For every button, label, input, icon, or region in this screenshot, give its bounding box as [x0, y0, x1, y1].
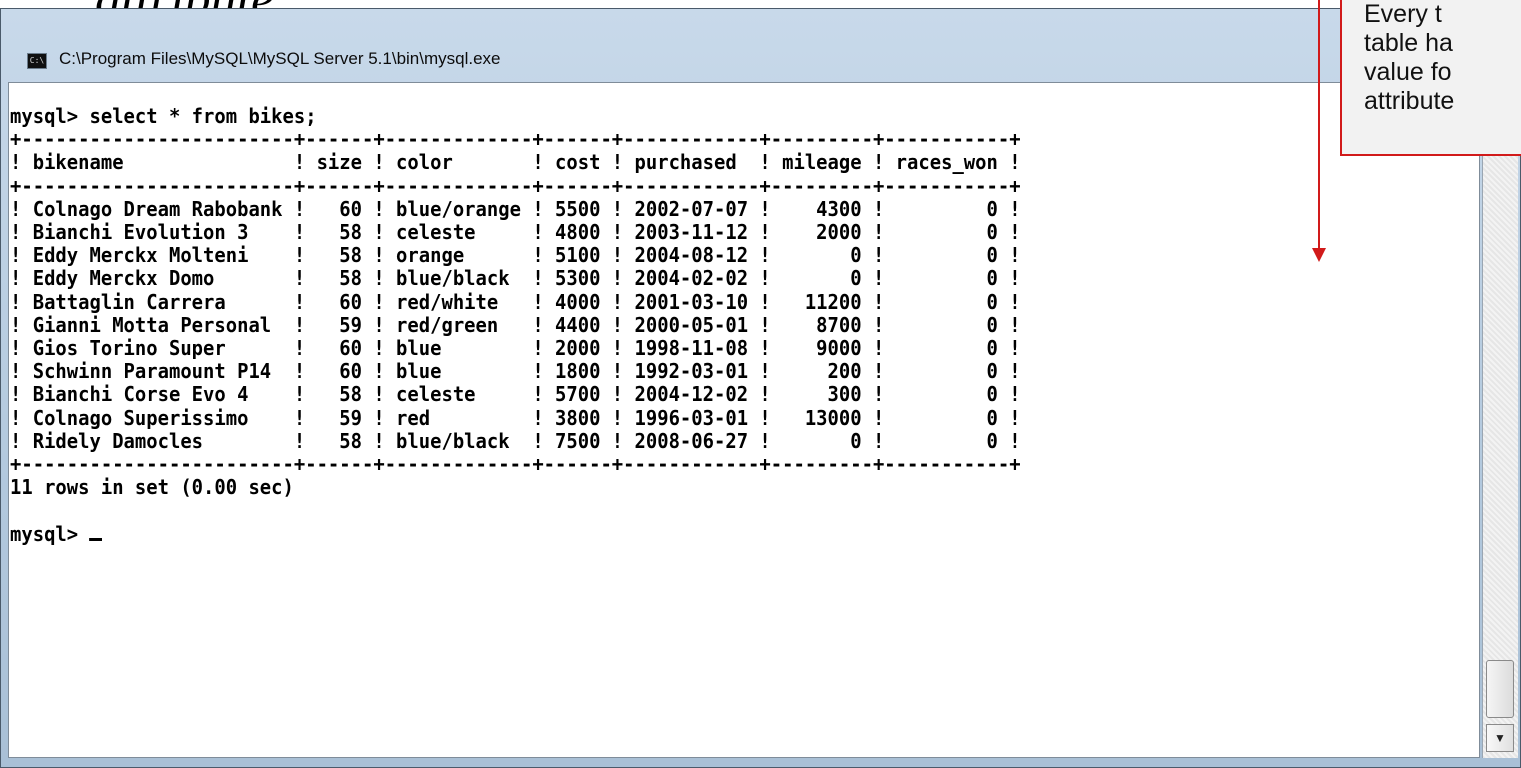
scroll-down-button[interactable]: ▼	[1486, 724, 1514, 752]
callout-line: value fo	[1364, 58, 1452, 86]
callout-arrow-head	[1312, 248, 1326, 262]
mysql-prompt: mysql>	[10, 521, 90, 546]
result-summary: 11 rows in set (0.00 sec)	[10, 475, 294, 500]
table-row: ! Gianni Motta Personal ! 59 ! red/green…	[10, 312, 1021, 337]
table-border: +------------------------+------+-------…	[10, 127, 1021, 152]
annotation-callout: Every t table ha value fo attribute	[1340, 0, 1521, 156]
table-row: ! Bianchi Corse Evo 4 ! 58 ! celeste ! 5…	[10, 382, 1021, 407]
table-row: ! Eddy Merckx Molteni ! 58 ! orange ! 51…	[10, 243, 1021, 268]
table-border: +------------------------+------+-------…	[10, 173, 1021, 198]
window-title: C:\Program Files\MySQL\MySQL Server 5.1\…	[59, 49, 501, 68]
table-border: +------------------------+------+-------…	[10, 452, 1021, 477]
table-row: ! Eddy Merckx Domo ! 58 ! blue/black ! 5…	[10, 266, 1021, 291]
table-row: ! Colnago Superissimo ! 59 ! red ! 3800 …	[10, 405, 1021, 430]
query-line: mysql> select * from bikes;	[10, 104, 317, 128]
callout-line: table ha	[1364, 29, 1453, 57]
table-row: ! Colnago Dream Rabobank ! 60 ! blue/ora…	[10, 196, 1021, 221]
vertical-scrollbar[interactable]: ▼	[1482, 82, 1518, 758]
table-row: ! Schwinn Paramount P14 ! 60 ! blue ! 18…	[10, 359, 1021, 384]
scroll-thumb[interactable]	[1486, 660, 1514, 718]
console-output[interactable]: mysql> select * from bikes; +-----------…	[8, 82, 1480, 758]
callout-line: attribute	[1364, 87, 1455, 115]
result-table: +------------------------+------+-------…	[10, 127, 1021, 476]
text-cursor	[89, 537, 103, 541]
table-header: ! bikename ! size ! color ! cost ! purch…	[10, 150, 1021, 175]
chevron-down-icon: ▼	[1494, 731, 1506, 745]
table-row: ! Gios Torino Super ! 60 ! blue ! 2000 !…	[10, 336, 1021, 361]
table-row: ! Bianchi Evolution 3 ! 58 ! celeste ! 4…	[10, 220, 1021, 245]
table-row: ! Battaglin Carrera ! 60 ! red/white ! 4…	[10, 289, 1021, 314]
callout-line: Every t	[1364, 0, 1442, 28]
table-row: ! Ridely Damocles ! 58 ! blue/black ! 75…	[10, 428, 1021, 453]
console-icon[interactable]: C:\	[27, 53, 47, 69]
callout-arrow-line	[1318, 0, 1320, 248]
title-bar[interactable]: C:\ C:\Program Files\MySQL\MySQL Server …	[1, 9, 1520, 91]
console-text: mysql> select * from bikes; +-----------…	[10, 104, 1021, 546]
